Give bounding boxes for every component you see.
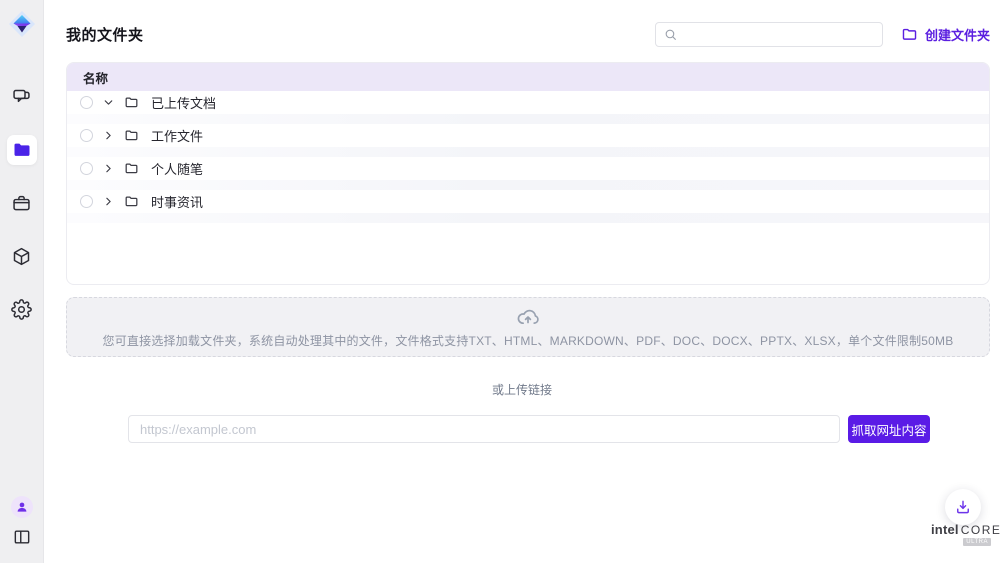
- row-separator: [67, 180, 989, 190]
- main-content: 我的文件夹 创建文件夹 名称: [44, 0, 1000, 563]
- sidebar-item-chat[interactable]: [7, 82, 37, 112]
- cube-icon: [11, 246, 32, 267]
- folder-icon: [124, 128, 139, 143]
- briefcase-icon: [11, 193, 32, 214]
- row-checkbox[interactable]: [80, 129, 93, 142]
- row-checkbox[interactable]: [80, 195, 93, 208]
- folder-name: 时事资讯: [151, 192, 203, 211]
- sidebar-item-settings[interactable]: [7, 294, 37, 324]
- row-separator: [67, 147, 989, 157]
- upload-hint: 您可直接选择加载文件夹，系统自动处理其中的文件，文件格式支持TXT、HTML、M…: [103, 332, 954, 349]
- fetch-url-button[interactable]: 抓取网址内容: [848, 415, 930, 443]
- table-row[interactable]: 已上传文档: [67, 91, 989, 114]
- intel-core-logo: intel core ultra: [931, 522, 991, 546]
- chevron-down-icon[interactable]: [102, 96, 115, 109]
- sidebar: [0, 0, 44, 563]
- user-avatar[interactable]: [11, 496, 33, 518]
- intel-ultra-badge: ultra: [963, 538, 991, 546]
- chat-icon: [11, 87, 32, 108]
- search-box: [655, 22, 883, 47]
- folder-table: 名称 已上传文档 工作文件: [66, 62, 990, 285]
- row-checkbox[interactable]: [80, 96, 93, 109]
- row-separator: [67, 114, 989, 124]
- app-logo-icon[interactable]: [8, 10, 36, 38]
- folder-icon: [12, 140, 32, 160]
- folder-name: 已上传文档: [151, 93, 216, 112]
- page-title: 我的文件夹: [66, 24, 144, 45]
- search-input[interactable]: [683, 27, 874, 41]
- sidebar-item-folders[interactable]: [7, 135, 37, 165]
- sidebar-item-toolbox[interactable]: [7, 188, 37, 218]
- create-folder-button[interactable]: 创建文件夹: [901, 25, 990, 44]
- link-upload-row: 抓取网址内容: [128, 415, 930, 443]
- cloud-upload-icon: [516, 305, 540, 329]
- url-input[interactable]: [128, 415, 840, 443]
- folder-icon: [124, 194, 139, 209]
- chevron-right-icon[interactable]: [102, 162, 115, 175]
- topbar: 我的文件夹 创建文件夹: [66, 20, 990, 48]
- row-separator: [67, 213, 989, 223]
- folder-icon: [124, 95, 139, 110]
- link-upload-label: 或上传链接: [44, 381, 1000, 398]
- folder-name: 工作文件: [151, 126, 203, 145]
- search-icon: [664, 28, 677, 41]
- row-checkbox[interactable]: [80, 162, 93, 175]
- sidebar-nav: [7, 82, 37, 324]
- sidebar-bottom: [11, 496, 33, 547]
- sidebar-item-models[interactable]: [7, 241, 37, 271]
- download-fab[interactable]: [945, 489, 981, 525]
- column-name-label: 名称: [83, 68, 108, 87]
- table-header: 名称: [67, 63, 989, 91]
- folder-plus-icon: [901, 26, 918, 43]
- folder-icon: [124, 161, 139, 176]
- chevron-right-icon[interactable]: [102, 195, 115, 208]
- collapse-panel-icon[interactable]: [12, 527, 32, 547]
- chevron-right-icon[interactable]: [102, 129, 115, 142]
- table-row[interactable]: 工作文件: [67, 124, 989, 147]
- download-icon: [954, 498, 972, 516]
- table-row[interactable]: 个人随笔: [67, 157, 989, 180]
- upload-dropzone[interactable]: 您可直接选择加载文件夹，系统自动处理其中的文件，文件格式支持TXT、HTML、M…: [66, 297, 990, 357]
- gear-icon: [11, 299, 32, 320]
- table-row[interactable]: 时事资讯: [67, 190, 989, 213]
- person-icon: [15, 500, 29, 514]
- folder-name: 个人随笔: [151, 159, 203, 178]
